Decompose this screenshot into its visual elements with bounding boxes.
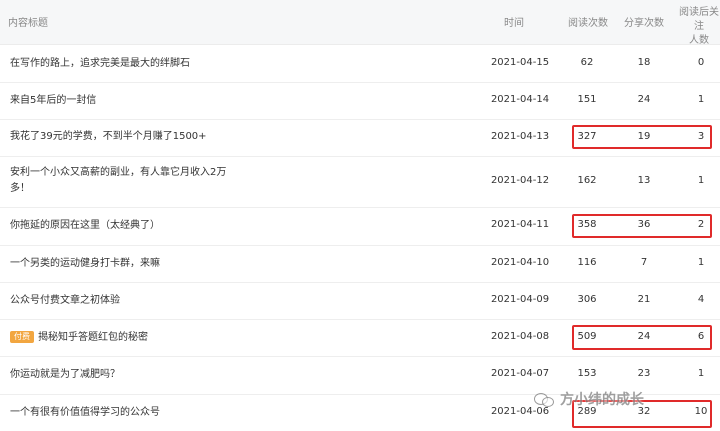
article-title[interactable]: 你拖延的原因在这里（太经典了） bbox=[10, 218, 230, 234]
article-title[interactable]: 在写作的路上，追求完美是最大的绊脚石 bbox=[10, 56, 230, 72]
follow-count: 4 bbox=[697, 294, 705, 305]
publish-date: 2021-04-08 bbox=[490, 331, 550, 342]
read-count: 306 bbox=[577, 294, 597, 305]
column-header-follows[interactable]: 阅读后关注 人数 bbox=[676, 6, 720, 48]
publish-date: 2021-04-14 bbox=[490, 94, 550, 105]
share-count: 24 bbox=[637, 94, 651, 105]
article-title[interactable]: 一个有很有价值值得学习的公众号 bbox=[10, 405, 230, 421]
table-row[interactable]: 公众号付费文章之初体验 2021-04-09 306 21 4 bbox=[0, 282, 720, 320]
article-title[interactable]: 公众号付费文章之初体验 bbox=[10, 293, 230, 309]
follow-count: 2 bbox=[697, 219, 705, 230]
paid-badge: 付费 bbox=[10, 331, 34, 343]
read-count: 151 bbox=[577, 94, 597, 105]
follow-count: 1 bbox=[697, 368, 705, 379]
column-header-follows-line1: 阅读后关注 bbox=[679, 7, 719, 32]
share-count: 18 bbox=[637, 57, 651, 68]
table-row[interactable]: 安利一个小众又高薪的副业，有人靠它月收入2万多！ 2021-04-12 162 … bbox=[0, 156, 720, 208]
stats-table: 内容标题 时间 阅读次数 分享次数 阅读后关注 人数 在写作的路上，追求完美是最… bbox=[0, 0, 720, 431]
publish-date: 2021-04-11 bbox=[490, 219, 550, 230]
publish-date: 2021-04-12 bbox=[490, 175, 550, 186]
follow-count: 0 bbox=[697, 57, 705, 68]
table-row[interactable]: 一个另类的运动健身打卡群，来嘛 2021-04-10 116 7 1 bbox=[0, 245, 720, 283]
read-count: 116 bbox=[577, 257, 597, 268]
read-count: 509 bbox=[577, 331, 597, 342]
share-count: 19 bbox=[637, 131, 651, 142]
column-header-time[interactable]: 时间 bbox=[504, 14, 524, 29]
follow-count: 3 bbox=[697, 131, 705, 142]
article-title[interactable]: 我花了39元的学费，不到半个月赚了1500+ bbox=[10, 129, 230, 145]
article-title[interactable]: 安利一个小众又高薪的副业，有人靠它月收入2万多！ bbox=[10, 165, 230, 197]
article-title-cell[interactable]: 付费 揭秘知乎答题红包的秘密 bbox=[10, 330, 230, 346]
wechat-icon bbox=[534, 391, 554, 407]
watermark: 方小纬的成长 bbox=[534, 386, 720, 412]
publish-date: 2021-04-15 bbox=[490, 57, 550, 68]
follow-count: 1 bbox=[697, 175, 705, 186]
share-count: 23 bbox=[637, 368, 651, 379]
column-header-reads[interactable]: 阅读次数 bbox=[568, 14, 608, 29]
table-row[interactable]: 你拖延的原因在这里（太经典了） 2021-04-11 358 36 2 bbox=[0, 207, 720, 246]
publish-date: 2021-04-10 bbox=[490, 257, 550, 268]
article-title[interactable]: 一个另类的运动健身打卡群，来嘛 bbox=[10, 256, 230, 272]
publish-date: 2021-04-09 bbox=[490, 294, 550, 305]
read-count: 327 bbox=[577, 131, 597, 142]
publish-date: 2021-04-13 bbox=[490, 131, 550, 142]
watermark-text: 方小纬的成长 bbox=[560, 392, 644, 408]
publish-date: 2021-04-07 bbox=[490, 368, 550, 379]
article-title[interactable]: 揭秘知乎答题红包的秘密 bbox=[38, 332, 148, 343]
table-row[interactable]: 在写作的路上，追求完美是最大的绊脚石 2021-04-15 62 18 0 bbox=[0, 45, 720, 83]
read-count: 162 bbox=[577, 175, 597, 186]
share-count: 36 bbox=[637, 219, 651, 230]
read-count: 153 bbox=[577, 368, 597, 379]
read-count: 62 bbox=[580, 57, 594, 68]
follow-count: 1 bbox=[697, 94, 705, 105]
article-title[interactable]: 来自5年后的一封信 bbox=[10, 93, 230, 109]
share-count: 13 bbox=[637, 175, 651, 186]
table-row[interactable]: 付费 揭秘知乎答题红包的秘密 2021-04-08 509 24 6 bbox=[0, 319, 720, 357]
article-title[interactable]: 你运动就是为了减肥吗？ bbox=[10, 367, 230, 383]
column-header-shares[interactable]: 分享次数 bbox=[624, 14, 664, 29]
share-count: 24 bbox=[637, 331, 651, 342]
share-count: 7 bbox=[640, 257, 648, 268]
table-header: 内容标题 时间 阅读次数 分享次数 阅读后关注 人数 bbox=[0, 0, 720, 48]
follow-count: 1 bbox=[697, 257, 705, 268]
column-header-title[interactable]: 内容标题 bbox=[8, 14, 48, 29]
share-count: 21 bbox=[637, 294, 651, 305]
table-row[interactable]: 我花了39元的学费，不到半个月赚了1500+ 2021-04-13 327 19… bbox=[0, 119, 720, 157]
follow-count: 6 bbox=[697, 331, 705, 342]
read-count: 358 bbox=[577, 219, 597, 230]
table-row[interactable]: 来自5年后的一封信 2021-04-14 151 24 1 bbox=[0, 82, 720, 120]
